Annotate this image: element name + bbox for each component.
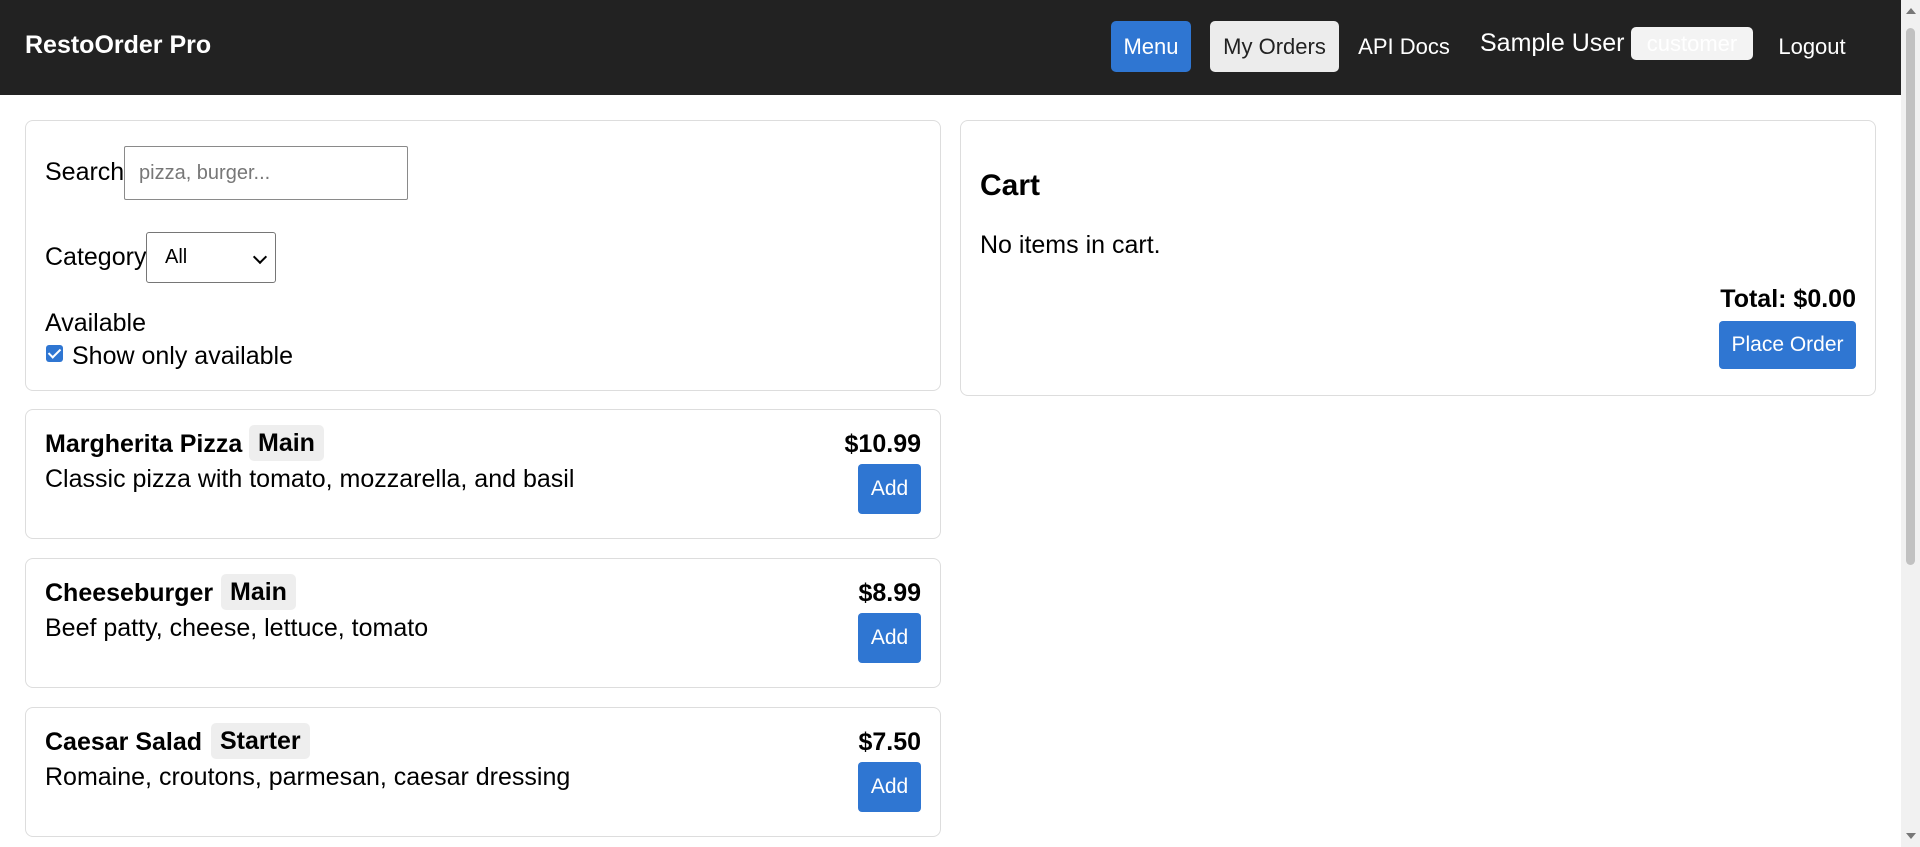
- scrollbar-thumb[interactable]: [1906, 28, 1915, 565]
- category-badge: Main: [249, 425, 324, 461]
- scroll-up-arrow-icon[interactable]: [1906, 8, 1916, 14]
- cart-total: Total: $0.00: [1720, 285, 1856, 313]
- top-nav-bar: RestoOrder Pro Menu My Orders API Docs S…: [0, 0, 1901, 95]
- nav-my-orders-button[interactable]: My Orders: [1210, 21, 1339, 72]
- category-selected-value: All: [165, 246, 188, 268]
- available-label: Available: [45, 309, 147, 337]
- category-select[interactable]: All: [146, 232, 276, 283]
- available-checkbox-label[interactable]: Show only available: [72, 342, 293, 371]
- menu-item-card: Cheeseburger Main Beef patty, cheese, le…: [25, 558, 941, 688]
- app-brand[interactable]: RestoOrder Pro: [25, 31, 211, 60]
- menu-item-description: Beef patty, cheese, lettuce, tomato: [45, 614, 429, 642]
- place-order-button[interactable]: Place Order: [1719, 321, 1856, 369]
- user-role-badge: customer: [1631, 27, 1753, 60]
- user-name: Sample User: [1480, 29, 1625, 57]
- category-label: Category: [45, 243, 147, 271]
- add-to-cart-button[interactable]: Add: [858, 464, 921, 514]
- menu-item-name: Cheeseburger: [45, 579, 214, 607]
- cart-title: Cart: [980, 169, 1041, 202]
- chevron-down-icon: [252, 249, 268, 265]
- search-input[interactable]: [124, 146, 408, 200]
- nav-api-docs-link[interactable]: API Docs: [1357, 21, 1451, 72]
- menu-item-price: $10.99: [844, 430, 921, 458]
- add-to-cart-button[interactable]: Add: [858, 762, 921, 812]
- search-label: Search: [45, 158, 125, 186]
- menu-item-price: $7.50: [858, 728, 921, 756]
- menu-item-description: Classic pizza with tomato, mozzarella, a…: [45, 465, 575, 493]
- cart-panel: Cart No items in cart. Total: $0.00 Plac…: [960, 120, 1876, 396]
- scroll-down-arrow-icon[interactable]: [1906, 833, 1916, 839]
- menu-item-card: Margherita Pizza Main Classic pizza with…: [25, 409, 941, 539]
- menu-item-description: Romaine, croutons, parmesan, caesar dres…: [45, 763, 571, 791]
- category-badge: Main: [221, 574, 296, 610]
- category-badge: Starter: [211, 723, 310, 759]
- logout-button[interactable]: Logout: [1766, 21, 1858, 72]
- nav-menu-button[interactable]: Menu: [1111, 21, 1191, 72]
- available-checkbox[interactable]: [46, 345, 63, 362]
- page-scrollbar[interactable]: [1901, 0, 1920, 847]
- menu-item-name: Margherita Pizza: [45, 430, 243, 458]
- filters-panel: Search Category All Available Show only …: [25, 120, 941, 391]
- menu-item-card: Caesar Salad Starter Romaine, croutons, …: [25, 707, 941, 837]
- menu-item-price: $8.99: [858, 579, 921, 607]
- menu-item-name: Caesar Salad: [45, 728, 203, 756]
- add-to-cart-button[interactable]: Add: [858, 613, 921, 663]
- cart-empty-message: No items in cart.: [980, 231, 1161, 259]
